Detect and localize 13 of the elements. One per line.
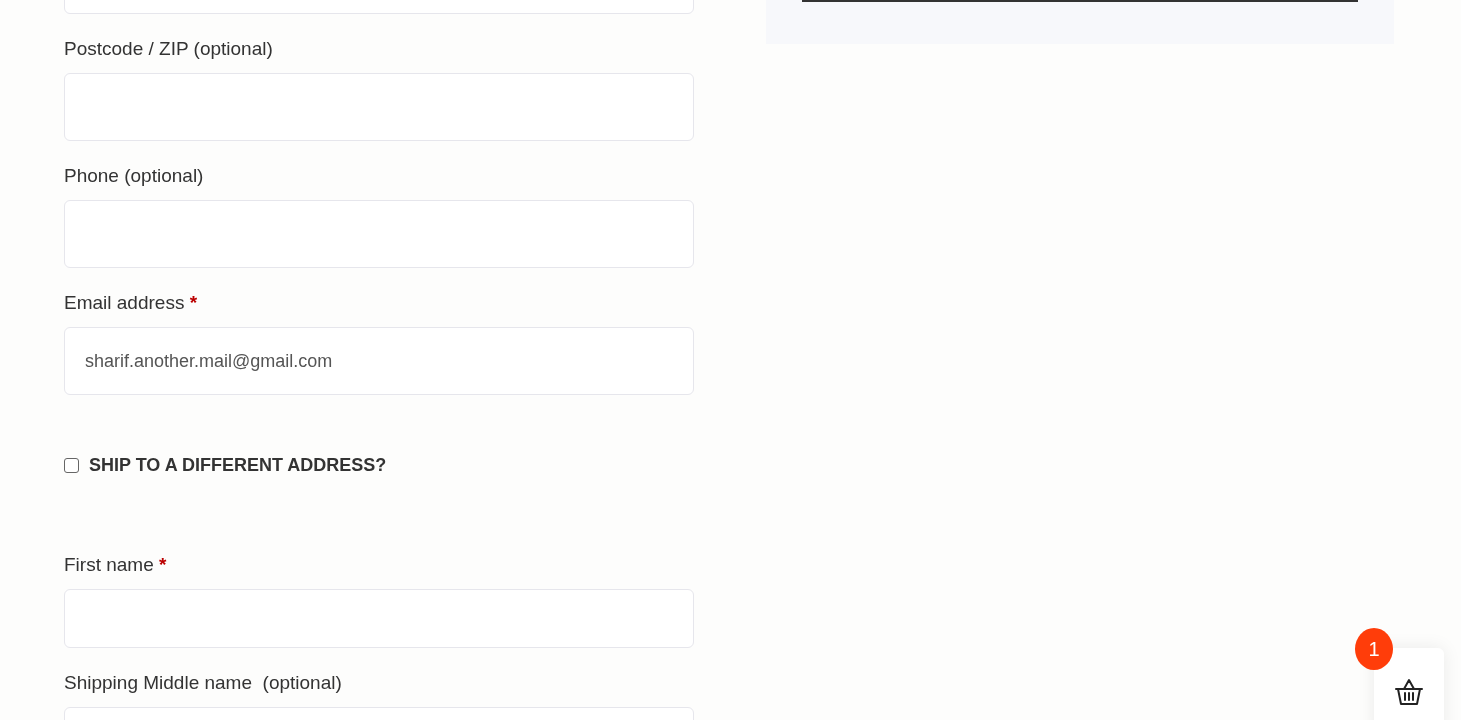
input-field[interactable] <box>64 589 694 648</box>
field-label: Postcode / ZIP (optional) <box>64 37 273 61</box>
input-field[interactable] <box>64 73 694 141</box>
checkbox-label[interactable]: SHIP TO A DIFFERENT ADDRESS? <box>89 455 387 476</box>
basket-icon <box>1394 678 1424 706</box>
input-field[interactable]: sharif.another.mail@gmail.com <box>64 327 694 395</box>
checkbox[interactable] <box>64 458 79 473</box>
field-label: Email address * <box>64 291 198 315</box>
cart-count-badge: 1 <box>1355 628 1393 670</box>
input-field[interactable] <box>64 200 694 268</box>
field-label: Shipping Middle name (optional) <box>64 671 342 695</box>
field-label: Phone (optional) <box>64 164 204 188</box>
field-label: First name * <box>64 553 167 577</box>
